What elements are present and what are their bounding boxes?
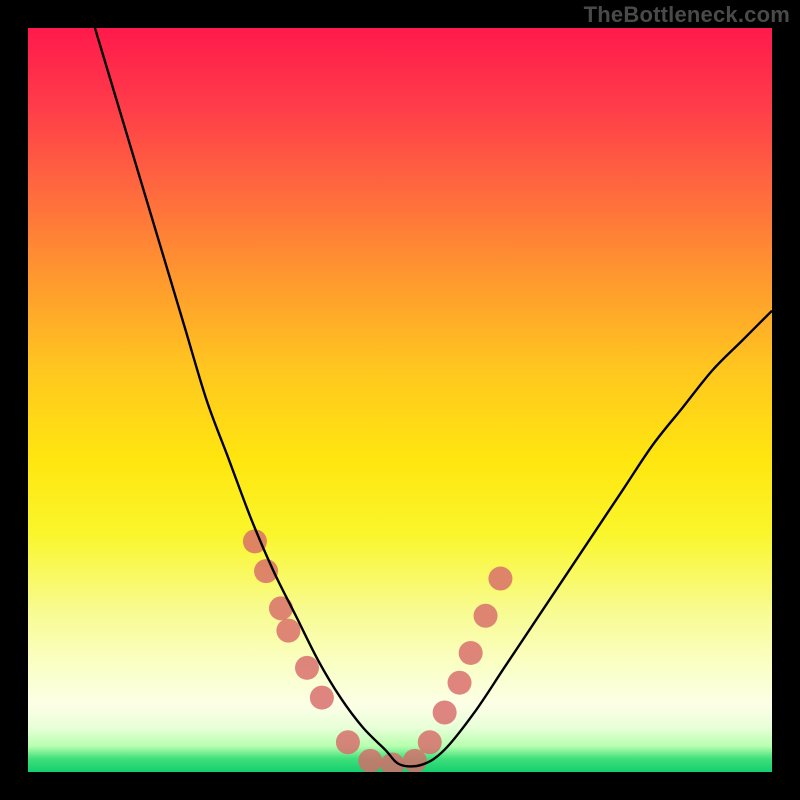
- chart-marker: [488, 567, 512, 591]
- chart-marker: [276, 619, 300, 643]
- chart-svg: [28, 28, 772, 772]
- chart-marker: [474, 604, 498, 628]
- chart-markers: [243, 529, 513, 772]
- chart-marker: [448, 671, 472, 695]
- chart-marker: [310, 686, 334, 710]
- chart-marker: [381, 753, 405, 772]
- chart-marker: [269, 596, 293, 620]
- chart-frame: [28, 28, 772, 772]
- chart-marker: [418, 730, 442, 754]
- chart-marker: [336, 730, 360, 754]
- chart-marker: [433, 700, 457, 724]
- watermark-text: TheBottleneck.com: [584, 2, 790, 28]
- plot-area: [28, 28, 772, 772]
- chart-marker: [358, 749, 382, 772]
- chart-marker: [459, 641, 483, 665]
- chart-marker: [295, 656, 319, 680]
- chart-curve: [95, 28, 772, 766]
